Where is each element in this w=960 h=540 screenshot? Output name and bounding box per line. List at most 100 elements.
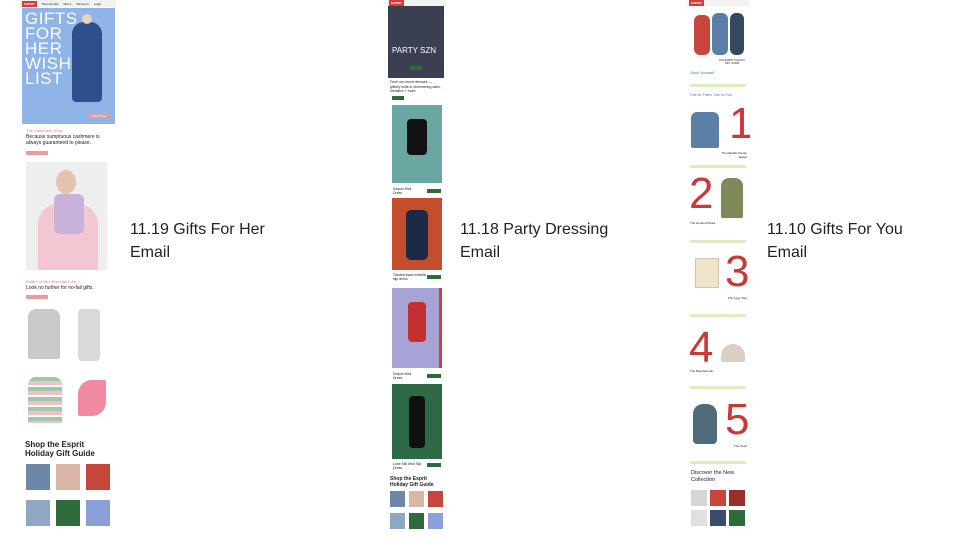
email3-collection-thumb[interactable] [691,490,707,506]
email1-product-stripe-sweater[interactable] [28,377,62,423]
email1-guide-thumb[interactable] [86,464,110,490]
email1-nav-item[interactable]: Men's [64,2,72,6]
email2-dress [407,119,427,155]
email3-item-name: The Logo Tote [727,296,747,300]
email3-number: 2 [689,169,714,218]
email1-logo: ESPRIT [22,0,37,7]
email3-item-scarf-image[interactable] [693,404,717,444]
email3-item-hat-image[interactable] [721,344,745,362]
email2-product-button[interactable] [427,189,441,193]
email3-caption: 11.10 Gifts For You Email [767,221,903,261]
email2-product-photo[interactable] [392,105,442,183]
email3-nav: ESPRIT [687,0,750,6]
email1-hero-title: GIFTS FOR HER WISH LIST [25,9,78,88]
email3-number: 5 [725,395,750,444]
email3-item-parka-image[interactable] [721,178,743,218]
email2-dress [406,210,428,260]
email2-hero-button[interactable] [410,66,422,70]
email2-guide-heading: Shop the Esprit Holiday Gift Guide [390,476,434,488]
email2-intro: From our resort dresses — glittery knits… [390,80,441,93]
email2-product-button[interactable] [427,275,441,279]
email3-hero-figure [730,13,744,55]
email3-preview: ESPRIT THE ESPRIT HOLIDAY GIFT GUIDE Spo… [687,0,750,540]
email3-collection-thumb[interactable] [710,510,726,526]
email3-hero-figure [694,15,710,55]
email1-cashmere-photo [26,162,107,270]
email1-guide-thumb[interactable] [56,464,80,490]
email2-guide-thumb[interactable] [428,491,443,507]
email3-item-button[interactable] [690,165,746,168]
email2-product-name: Sequin Mini Dress [393,372,412,380]
email3-item-button[interactable] [690,240,746,243]
email1-cashmere-button[interactable] [26,151,48,155]
email2-product-photo[interactable] [392,288,442,368]
email3-item-name: The Scarf [733,444,747,448]
email1-nav-item[interactable]: Women's [76,2,88,6]
email2-product-name: Luxe Silk Midi Slip Dress [393,462,422,470]
email3-number: 4 [689,323,714,372]
email1-nav-item[interactable]: New Arrivals [42,2,59,6]
email3-collection-thumb[interactable] [710,490,726,506]
email3-one-for-them: One for Them, Two for You [690,93,732,97]
email3-collection-thumb[interactable] [729,490,745,506]
email2-hero[interactable]: PARTY SZN [388,6,444,78]
email1-model-head [56,170,76,194]
email1-hero-model [72,22,102,102]
email2-accent-bar [439,288,442,368]
email2-product-button[interactable] [427,463,441,467]
email1-hero[interactable]: GIFTS FOR HER WISH LIST Shop Now [22,8,115,124]
email2-guide-thumb[interactable] [428,513,443,529]
email3-collection-thumb[interactable] [729,510,745,526]
email3-logo: ESPRIT [689,0,704,6]
email2-product-photo[interactable] [392,198,442,270]
email3-discover: Discover the New Collection [691,470,735,483]
email3-number: 3 [725,247,750,296]
email1-guide-thumb[interactable] [56,500,80,526]
email3-hero-figure [712,13,728,55]
email2-guide-thumb[interactable] [390,491,405,507]
email3-spoil-button[interactable] [690,84,746,87]
email1-guide-thumb[interactable] [26,464,50,490]
email1-knit-heading: Look no further for no-fail gifts. [26,285,94,291]
email2-hero-title: PARTY SZN [392,46,437,55]
email1-hero-button[interactable]: Shop Now [88,114,110,118]
email3-item-jacket-image[interactable] [691,112,719,148]
email3-item-name: The Baseball Hat [690,369,714,373]
email3-hero-label: THE ESPRIT HOLIDAY GIFT GUIDE [718,59,746,65]
email1-guide-heading: Shop the Esprit Holiday Gift Guide [25,440,95,458]
email2-preview: ESPRIT PARTY SZN From our resort dresses… [387,0,446,540]
email1-guide-thumb[interactable] [26,500,50,526]
email3-collection-thumb[interactable] [691,510,707,526]
email1-guide-thumb[interactable] [86,500,110,526]
email2-intro-button[interactable] [392,96,404,100]
email2-guide-thumb[interactable] [409,491,424,507]
email1-hero-model-head [82,14,92,24]
email1-product-sweater[interactable] [28,309,60,359]
email3-item-button[interactable] [690,386,746,389]
email2-guide-thumb[interactable] [409,513,424,529]
email1-model-scarf [54,194,84,234]
email1-cashmere-heading: Because sumptuous cashmere is always gua… [26,134,100,146]
email2-guide-thumb[interactable] [390,513,405,529]
email1-preview: ESPRIT New Arrivals Men's Women's Login … [20,0,116,540]
email1-caption: 11.19 Gifts For Her Email [130,221,265,261]
email3-hero[interactable]: THE ESPRIT HOLIDAY GIFT GUIDE [688,7,748,67]
email3-item-button[interactable] [690,461,746,464]
email3-item-name: The Metallic Denim Jacket [721,151,747,159]
email3-item-tote-image[interactable] [695,258,719,288]
email1-knit-button[interactable] [26,295,48,299]
email3-spoil-heading: Spoil Yourself [690,70,715,75]
email2-dress [409,396,425,448]
email2-product-photo[interactable] [392,384,442,459]
email2-product-button[interactable] [427,374,441,378]
email1-nav: ESPRIT New Arrivals Men's Women's Login [20,0,116,7]
email2-dress [408,302,426,342]
email1-nav-item[interactable]: Login [94,2,101,6]
email1-product-pants[interactable] [78,309,100,361]
email3-item-button[interactable] [690,314,746,317]
email2-product-name: Twisted-back metallic slip dress [393,273,427,281]
email2-product-name: Sequin Mini Dress [393,187,412,195]
email1-product-scarf[interactable] [78,380,106,416]
email2-caption: 11.18 Party Dressing Email [460,221,609,261]
email3-number: 1 [729,99,750,148]
